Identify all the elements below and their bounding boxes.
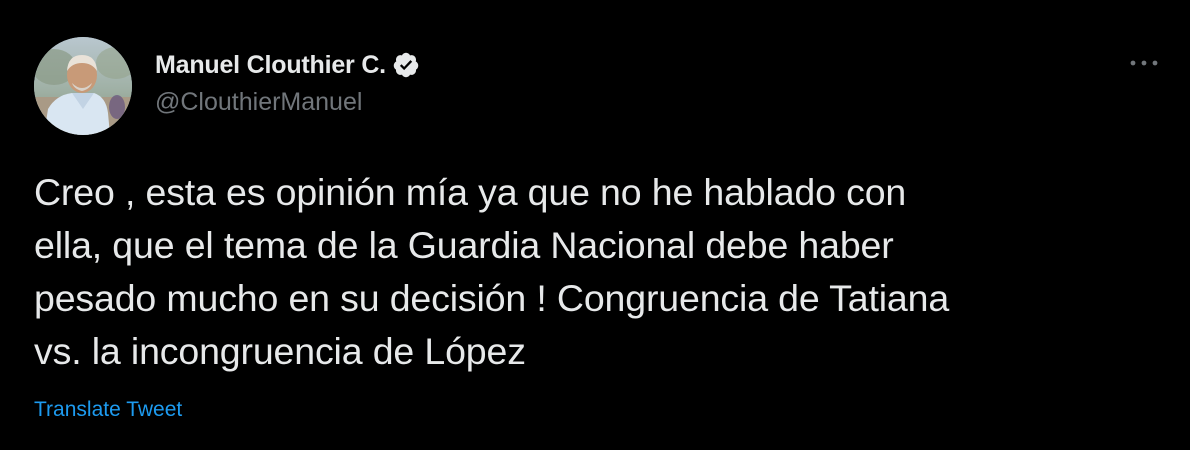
tweet-text-line: pesado mucho en su decisión ! Congruenci… bbox=[34, 277, 950, 319]
more-options-button[interactable] bbox=[1124, 48, 1164, 78]
tweet-text-line: vs. la incongruencia de López bbox=[34, 330, 526, 372]
tweet-text-line: ella, que el tema de la Guardia Nacional… bbox=[34, 224, 894, 266]
tweet-text: Creo , esta es opinión mía ya que no he … bbox=[34, 166, 1174, 378]
author-info: Manuel Clouthier C. bbox=[155, 45, 420, 85]
display-name[interactable]: Manuel Clouthier C. bbox=[155, 51, 386, 80]
tweet-text-line: Creo , esta es opinión mía ya que no he … bbox=[34, 171, 907, 213]
translate-tweet-link[interactable]: Translate Tweet bbox=[34, 398, 182, 422]
tweet-card: Manuel Clouthier C. @ClouthierManuel Cre… bbox=[0, 0, 1190, 450]
verified-badge-icon bbox=[392, 51, 420, 79]
ellipsis-icon bbox=[1130, 60, 1158, 66]
author-handle[interactable]: @ClouthierManuel bbox=[155, 88, 362, 117]
avatar-photo bbox=[34, 37, 132, 135]
avatar[interactable] bbox=[34, 37, 132, 135]
